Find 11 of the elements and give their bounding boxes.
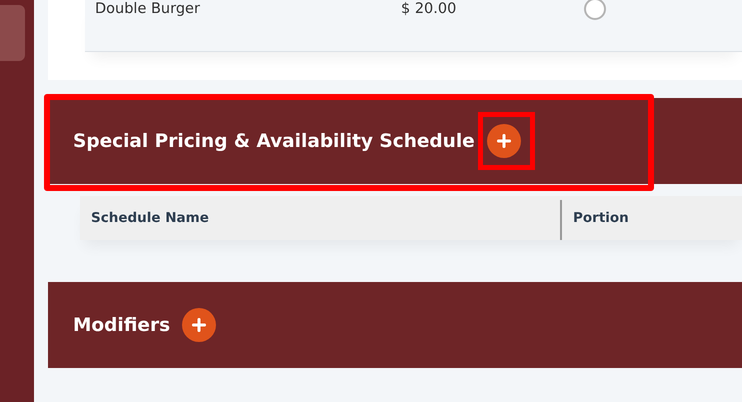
column-header: Portion <box>560 200 629 240</box>
item-price: $ 20.00 <box>401 0 458 18</box>
section-title: Modifiers <box>73 314 170 336</box>
radio-button[interactable] <box>584 0 606 20</box>
item-name: Double Burger <box>95 0 201 18</box>
add-button[interactable] <box>182 308 216 342</box>
plus-icon <box>192 318 206 332</box>
section-title: Special Pricing & Availability Schedule <box>73 130 475 152</box>
plus-icon <box>496 134 511 148</box>
add-button[interactable] <box>486 124 521 158</box>
column-header: Schedule Name <box>90 209 210 228</box>
